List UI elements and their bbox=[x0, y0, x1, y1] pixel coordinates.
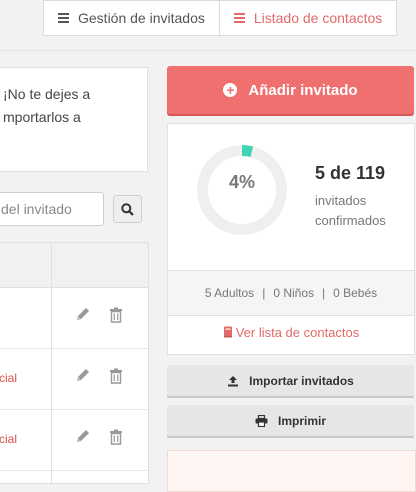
tab-listado-contactos[interactable]: Listado de contactos bbox=[218, 1, 396, 35]
print-button[interactable]: Imprimir bbox=[167, 405, 414, 436]
pencil-icon[interactable] bbox=[75, 428, 91, 444]
message-line: ¡No te dejes a bbox=[3, 86, 91, 102]
trash-icon[interactable] bbox=[109, 368, 123, 384]
notice-card bbox=[167, 450, 416, 492]
tab-label: Gestión de invitados bbox=[78, 10, 205, 26]
view-contacts-link[interactable]: Ver lista de contactos bbox=[168, 325, 414, 340]
caption-line: confirmados bbox=[315, 213, 386, 228]
import-guests-button[interactable]: Importar invitados bbox=[167, 365, 414, 396]
table-row: cial bbox=[0, 410, 148, 471]
trash-icon[interactable] bbox=[109, 307, 123, 323]
table-row: cial bbox=[0, 349, 148, 410]
guest-breakdown: 5 Adultos | 0 Niños | 0 Bebés bbox=[168, 270, 414, 316]
top-bar: Gestión de invitados Listado de contacto… bbox=[0, 0, 416, 51]
add-guest-button[interactable]: + Añadir invitado bbox=[167, 66, 414, 114]
print-label: Imprimir bbox=[277, 413, 326, 428]
separator: | bbox=[322, 286, 326, 300]
adults-count: 5 Adultos bbox=[204, 286, 255, 300]
import-guests-label: Importar invitados bbox=[249, 373, 354, 388]
tab-gestion-invitados[interactable]: Gestión de invitados bbox=[44, 1, 219, 35]
table-row bbox=[0, 288, 148, 349]
view-contacts-label: Ver lista de contactos bbox=[235, 325, 360, 340]
pencil-icon[interactable] bbox=[75, 306, 91, 322]
percent-label: 4% bbox=[228, 172, 255, 192]
info-message: ¡No te dejes a mportarlos a bbox=[0, 67, 148, 172]
printer-icon bbox=[255, 414, 268, 427]
search-button[interactable] bbox=[113, 195, 142, 223]
book-icon bbox=[223, 326, 232, 338]
separator: | bbox=[262, 286, 266, 300]
search-icon bbox=[121, 203, 134, 216]
confirmed-caption: invitados confirmados bbox=[315, 191, 386, 231]
add-guest-label: Añadir invitado bbox=[248, 81, 358, 99]
babies-count: 0 Bebés bbox=[333, 286, 378, 300]
pencil-icon[interactable] bbox=[75, 367, 91, 383]
message-line: mportarlos a bbox=[3, 109, 81, 125]
guest-table: cial cial bbox=[0, 242, 149, 484]
confirmation-stats: 4% 5 de 119 invitados confirmados 5 Adul… bbox=[167, 123, 415, 355]
children-count: 0 Niños bbox=[273, 286, 314, 300]
list-icon bbox=[233, 11, 245, 25]
caption-line: invitados bbox=[315, 193, 367, 208]
row-status: cial bbox=[0, 371, 18, 385]
plus-circle-icon: + bbox=[223, 83, 238, 97]
search-input[interactable] bbox=[0, 192, 104, 226]
confirmed-count: 5 de 119 bbox=[315, 163, 386, 183]
view-tabs: Gestión de invitados Listado de contacto… bbox=[43, 0, 398, 36]
table-header bbox=[0, 243, 148, 288]
list-icon bbox=[58, 11, 69, 25]
trash-icon[interactable] bbox=[109, 429, 123, 445]
row-status: cial bbox=[0, 432, 18, 446]
upload-icon bbox=[228, 375, 239, 386]
tab-label: Listado de contactos bbox=[253, 10, 383, 26]
